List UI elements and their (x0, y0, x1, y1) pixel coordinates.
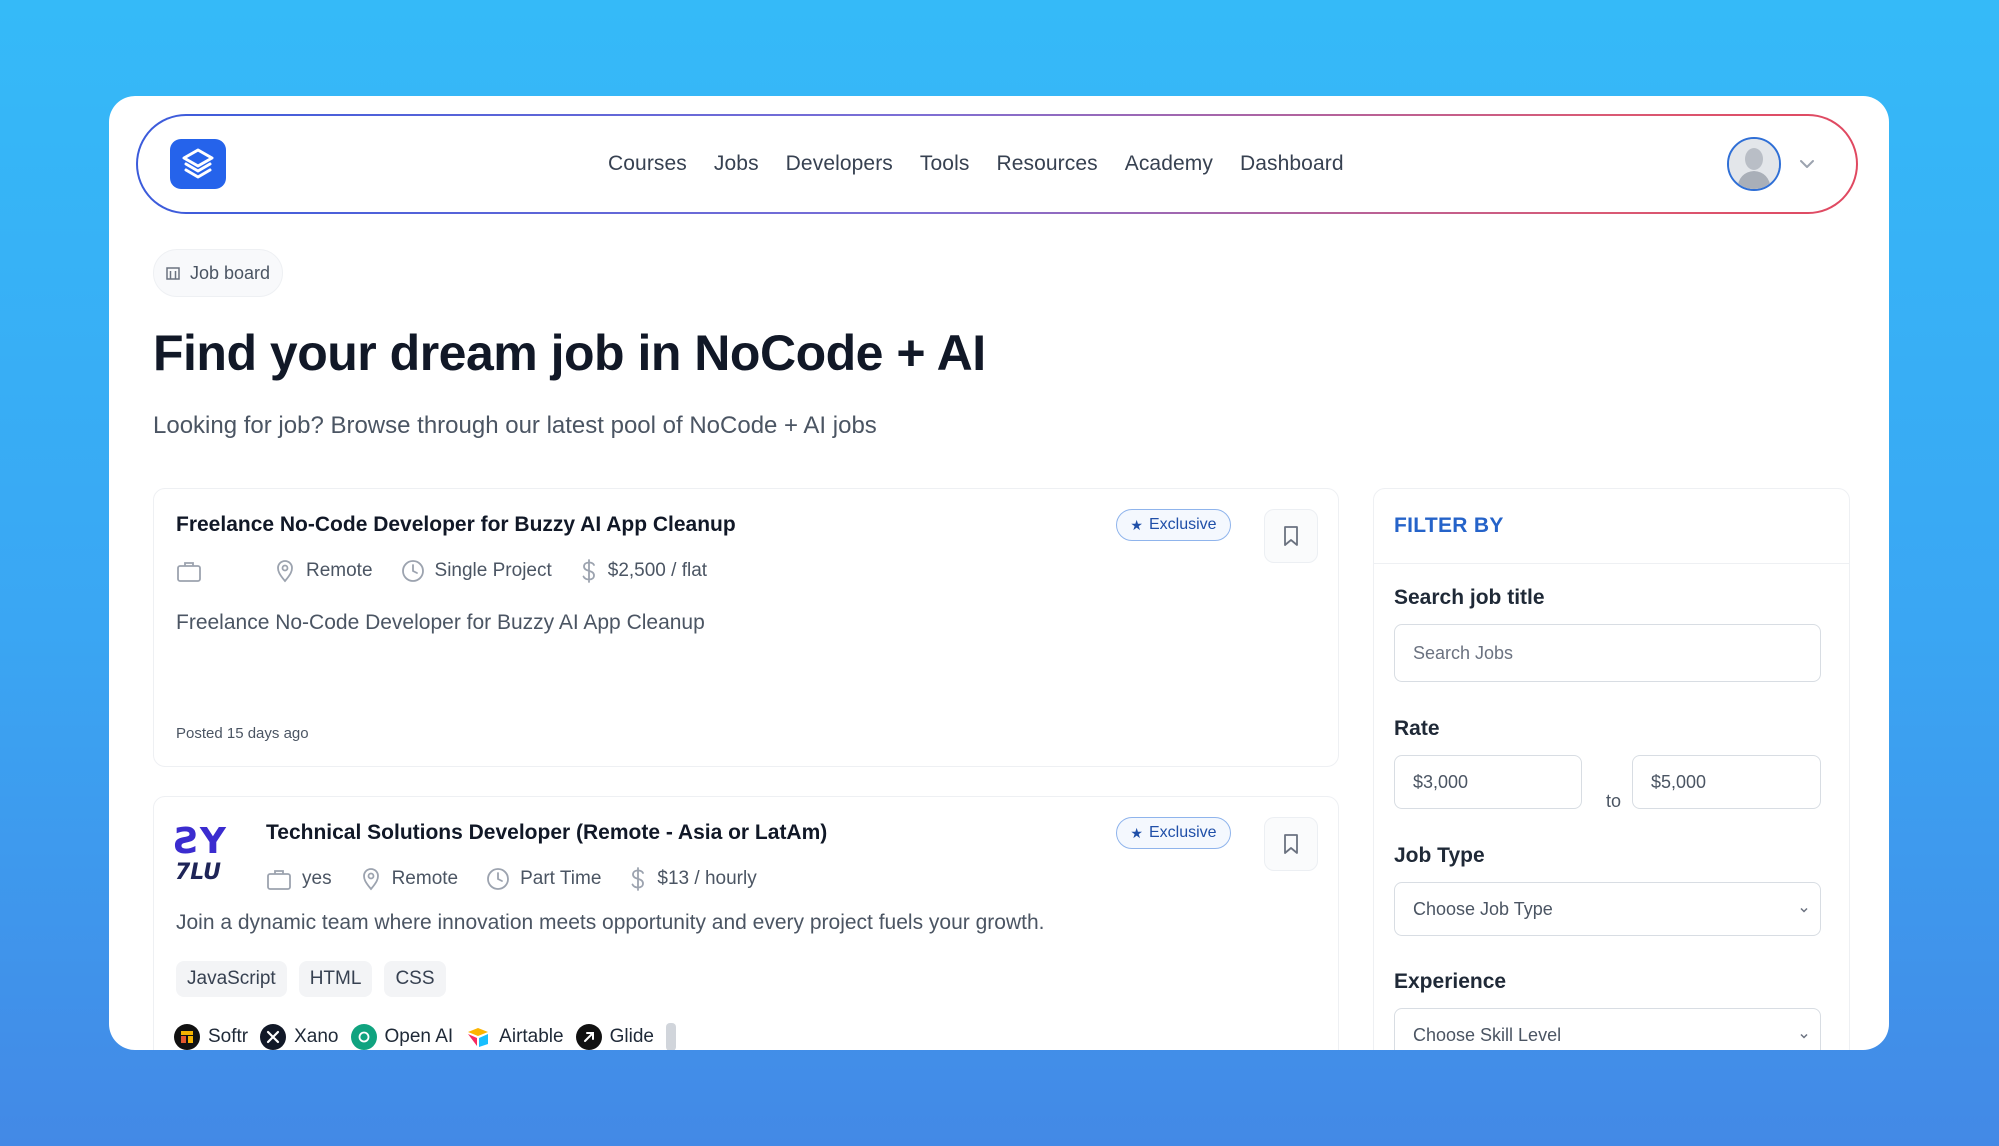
briefcase-icon (176, 559, 202, 583)
location-pin-icon (362, 868, 379, 891)
job-meta: Remote Single Project $2,500 / flat (176, 559, 735, 583)
chevron-down-icon (1800, 1033, 1808, 1039)
job-card[interactable]: ƧY 7LU Technical Solutions Developer (Re… (153, 796, 1339, 1050)
dollar-icon (582, 559, 595, 583)
glide-icon (575, 1024, 602, 1050)
chevron-down-icon (1800, 907, 1808, 913)
nav-dashboard[interactable]: Dashboard (1240, 152, 1344, 176)
bookmark-icon (1284, 526, 1298, 546)
avatar[interactable] (1727, 137, 1781, 191)
main-card: Courses Jobs Developers Tools Resources … (109, 96, 1889, 1050)
job-type-label: Job Type (1394, 844, 1485, 867)
tool-xano[interactable]: Xano (260, 1024, 339, 1050)
skill-tags: JavaScript HTML CSS (176, 961, 446, 997)
nav-courses[interactable]: Courses (608, 152, 687, 176)
tool-glide[interactable]: Glide (575, 1024, 654, 1050)
xano-icon (260, 1024, 287, 1050)
clock-icon (401, 560, 424, 582)
job-location: Remote (274, 559, 373, 583)
building-icon (166, 267, 180, 280)
tool-list: Softr Xano Open AI Airtable Glide (174, 1023, 676, 1050)
svg-text:ƧY: ƧY (174, 821, 227, 862)
bookmark-button[interactable] (1264, 817, 1318, 871)
main-menu: Courses Jobs Developers Tools Resources … (608, 116, 1344, 212)
nav-academy[interactable]: Academy (1125, 152, 1213, 176)
page-subtitle: Looking for job? Browse through our late… (153, 412, 877, 439)
breadcrumb-label: Job board (190, 262, 271, 283)
job-location: Remote (360, 867, 458, 891)
clock-icon (487, 868, 510, 890)
experience-select[interactable]: Choose Skill Level (1394, 1008, 1821, 1050)
nav-developers[interactable]: Developers (786, 152, 893, 176)
job-rate: $2,500 / flat (580, 559, 707, 583)
airtable-icon (465, 1024, 491, 1050)
briefcase-icon (267, 870, 291, 890)
search-input[interactable] (1394, 624, 1821, 682)
job-meta: yes Remote Part Time $13 / hourly (266, 867, 785, 891)
bookmark-button[interactable] (1264, 509, 1318, 563)
location-pin-icon (277, 560, 293, 583)
rate-label: Rate (1394, 717, 1440, 740)
rate-min-input[interactable] (1394, 755, 1582, 809)
top-nav: Courses Jobs Developers Tools Resources … (136, 114, 1858, 214)
job-type-select[interactable]: Choose Job Type (1394, 882, 1821, 936)
star-icon: ★ (1130, 824, 1143, 841)
chevron-down-icon[interactable] (1795, 152, 1819, 176)
tag-html[interactable]: HTML (298, 961, 373, 997)
company-logo: ƧY 7LU (174, 821, 227, 881)
job-title[interactable]: Technical Solutions Developer (Remote - … (266, 821, 827, 845)
breadcrumb[interactable]: Job board (153, 249, 284, 297)
tool-openai[interactable]: Open AI (350, 1024, 453, 1050)
tool-airtable[interactable]: Airtable (465, 1024, 564, 1050)
user-avatar-icon (1729, 139, 1779, 189)
job-description: Join a dynamic team where innovation mee… (176, 911, 1045, 934)
svg-text:7LU: 7LU (175, 860, 221, 881)
job-rate: $13 / hourly (629, 867, 757, 891)
bookmark-icon (1284, 834, 1298, 854)
softr-icon (174, 1024, 200, 1050)
more-tools-indicator (665, 1023, 676, 1050)
page-title: Find your dream job in NoCode + AI (153, 325, 986, 381)
nav-tools[interactable]: Tools (920, 152, 970, 176)
tag-css[interactable]: CSS (384, 961, 446, 997)
nav-jobs[interactable]: Jobs (714, 152, 759, 176)
dollar-icon (632, 867, 645, 891)
exclusive-badge: ★ Exclusive (1116, 509, 1231, 541)
stack-logo-icon (182, 148, 214, 179)
exclusive-badge: ★ Exclusive (1116, 817, 1231, 849)
job-description: Freelance No-Code Developer for Buzzy AI… (176, 611, 705, 634)
posted-date: Posted 15 days ago (176, 725, 309, 742)
rate-to-label: to (1606, 791, 1622, 811)
brand-logo[interactable] (170, 139, 226, 189)
search-label: Search job title (1394, 586, 1545, 609)
experience-label: Experience (1394, 970, 1507, 993)
filter-panel: FILTER BY Search job title Rate to Job T… (1373, 488, 1850, 1050)
nav-resources[interactable]: Resources (996, 152, 1097, 176)
job-type: Single Project (401, 559, 552, 583)
openai-icon (350, 1024, 377, 1050)
rate-max-input[interactable] (1632, 755, 1821, 809)
job-title[interactable]: Freelance No-Code Developer for Buzzy AI… (176, 513, 736, 537)
tag-javascript[interactable]: JavaScript (176, 961, 287, 997)
filter-heading: FILTER BY (1374, 489, 1849, 564)
tool-softr[interactable]: Softr (174, 1024, 248, 1050)
job-card[interactable]: Freelance No-Code Developer for Buzzy AI… (153, 488, 1339, 767)
star-icon: ★ (1130, 516, 1143, 533)
job-type: Part Time (486, 867, 601, 891)
job-company-field: yes (266, 867, 332, 891)
